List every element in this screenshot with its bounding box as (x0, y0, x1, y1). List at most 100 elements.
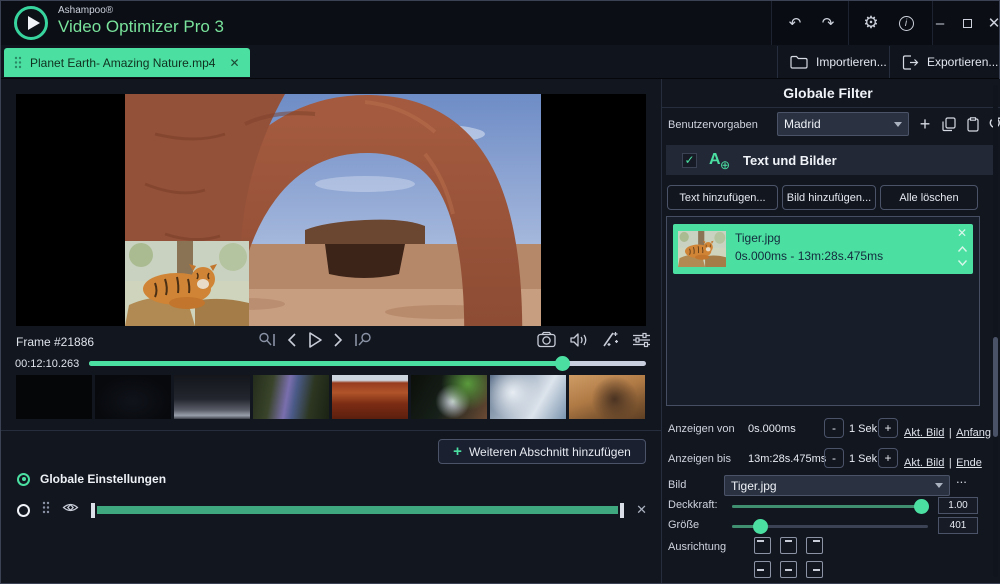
opacity-slider[interactable] (732, 505, 928, 508)
next-frame-icon[interactable] (333, 332, 343, 348)
timeline-strip (16, 375, 646, 419)
overlay-remove-icon[interactable]: ✕ (957, 226, 967, 240)
current-frame-link[interactable]: Akt. Bild (904, 427, 944, 439)
video-frame (125, 94, 541, 326)
panel-scrollbar[interactable] (993, 85, 998, 577)
tab-close-icon[interactable]: ✕ (229, 56, 239, 70)
show-from-minus-button[interactable]: - (824, 418, 844, 438)
brand-text: Ashampoo® (58, 5, 113, 16)
radio-selected-icon[interactable] (17, 473, 30, 486)
volume-icon[interactable] (569, 332, 588, 348)
timeline-thumbnail[interactable] (253, 375, 329, 419)
drag-handle-icon[interactable] (14, 56, 22, 69)
settings-gear-icon[interactable]: ⚙ (854, 1, 888, 45)
timecode: 00:12:10.263 (15, 358, 79, 370)
snapshot-camera-icon[interactable] (537, 331, 556, 348)
global-settings-track: ✕ (17, 500, 647, 520)
opacity-value[interactable]: 1.00 (938, 497, 978, 514)
preset-select[interactable]: Madrid (777, 112, 909, 136)
timeline-thumbnail[interactable] (490, 375, 566, 419)
remove-section-icon[interactable]: ✕ (636, 502, 647, 518)
overlay-list-item[interactable]: Tiger.jpg 0s.000ms - 13m:28s.475ms ✕ (673, 224, 973, 274)
add-text-button[interactable]: Text hinzufügen... (667, 185, 778, 210)
tiger-image-overlay[interactable] (125, 241, 249, 326)
export-button[interactable]: Exportieren... (889, 46, 997, 78)
title-bar: Ashampoo® Video Optimizer Pro 3 ↶ ↷ ⚙ i … (1, 1, 999, 45)
size-label: Größe (668, 519, 699, 531)
image-label: Bild (668, 479, 686, 491)
align-middle-center-button[interactable] (780, 561, 797, 578)
start-link[interactable]: Anfang (956, 427, 991, 439)
text-image-overlay-icon: A⊕ (709, 151, 731, 169)
image-select[interactable]: Tiger.jpg (724, 475, 950, 496)
plus-icon: + (453, 443, 462, 460)
current-frame-link[interactable]: Akt. Bild (904, 457, 944, 469)
show-from-plus-button[interactable]: + (878, 418, 898, 438)
section-range-bar[interactable] (91, 503, 624, 518)
trim-start-handle[interactable] (91, 503, 95, 518)
text-images-group-header[interactable]: ✓ A⊕ Text und Bilder (666, 145, 998, 175)
overlay-list: Tiger.jpg 0s.000ms - 13m:28s.475ms ✕ (666, 216, 980, 406)
global-filter-panel: Globale Filter Benutzervorgaben Madrid +… (661, 79, 1000, 583)
move-down-icon[interactable] (957, 254, 968, 272)
opacity-slider-thumb[interactable] (914, 499, 929, 514)
copy-preset-icon[interactable] (938, 112, 960, 136)
redo-icon[interactable]: ↷ (811, 1, 845, 45)
timeline-thumbnail[interactable] (95, 375, 171, 419)
show-to-value: 13m:28s.475ms (748, 453, 826, 465)
align-top-center-button[interactable] (780, 537, 797, 554)
size-slider-thumb[interactable] (753, 519, 768, 534)
seek-bar-fill (89, 361, 562, 366)
timeline-thumbnail[interactable] (332, 375, 408, 419)
play-icon[interactable] (307, 331, 323, 349)
paste-preset-icon[interactable] (962, 112, 984, 136)
timeline-thumbnail[interactable] (411, 375, 487, 419)
timeline-thumbnail[interactable] (16, 375, 92, 419)
align-middle-right-button[interactable] (806, 561, 823, 578)
divider (1, 430, 661, 431)
delete-all-button[interactable]: Alle löschen (880, 185, 978, 210)
seek-bar[interactable] (89, 361, 646, 366)
size-slider[interactable] (732, 525, 928, 528)
align-middle-left-button[interactable] (754, 561, 771, 578)
end-link[interactable]: Ende (956, 457, 982, 469)
trim-end-handle[interactable] (620, 503, 624, 518)
add-image-button[interactable]: Bild hinzufügen... (782, 185, 876, 210)
magic-wand-icon[interactable] (601, 331, 619, 348)
video-preview[interactable] (16, 94, 646, 326)
show-to-links: Akt. Bild | Ende (904, 453, 982, 471)
add-preset-icon[interactable]: + (914, 112, 936, 136)
visibility-eye-icon[interactable] (62, 501, 79, 519)
info-icon[interactable]: i (889, 1, 923, 45)
close-icon[interactable]: ✕ (977, 1, 1000, 45)
mark-in-icon[interactable] (257, 332, 277, 348)
mark-out-icon[interactable] (353, 332, 373, 348)
overlay-thumbnail (678, 231, 726, 267)
previous-frame-icon[interactable] (287, 332, 297, 348)
size-value[interactable]: 401 (938, 517, 978, 534)
show-to-minus-button[interactable]: - (824, 448, 844, 468)
align-top-right-button[interactable] (806, 537, 823, 554)
adjustments-sliders-icon[interactable] (632, 332, 651, 348)
timeline-thumbnail[interactable] (174, 375, 250, 419)
show-to-plus-button[interactable]: + (878, 448, 898, 468)
folder-icon (790, 55, 808, 69)
panel-title: Globale Filter (662, 85, 994, 101)
add-section-button[interactable]: + Weiteren Abschnitt hinzufügen (438, 439, 646, 464)
view-tools (537, 331, 651, 348)
frame-counter: Frame #21886 (16, 335, 94, 349)
global-settings-header: Globale Einstellungen (17, 472, 166, 486)
tab-video-file[interactable]: Planet Earth- Amazing Nature.mp4 ✕ (4, 48, 250, 77)
timeline-thumbnail[interactable] (569, 375, 645, 419)
group-enabled-checkbox[interactable]: ✓ (682, 153, 697, 168)
seek-bar-thumb[interactable] (555, 356, 570, 371)
record-circle-icon[interactable] (17, 504, 30, 517)
browse-image-button[interactable]: ... (956, 471, 967, 486)
import-button[interactable]: Importieren... (777, 46, 887, 78)
panel-scrollbar-thumb[interactable] (993, 337, 998, 437)
show-from-value: 0s.000ms (748, 423, 796, 435)
undo-icon[interactable]: ↶ (778, 1, 812, 45)
drag-handle-icon[interactable] (42, 501, 50, 519)
align-top-left-button[interactable] (754, 537, 771, 554)
alignment-label: Ausrichtung (668, 541, 726, 553)
